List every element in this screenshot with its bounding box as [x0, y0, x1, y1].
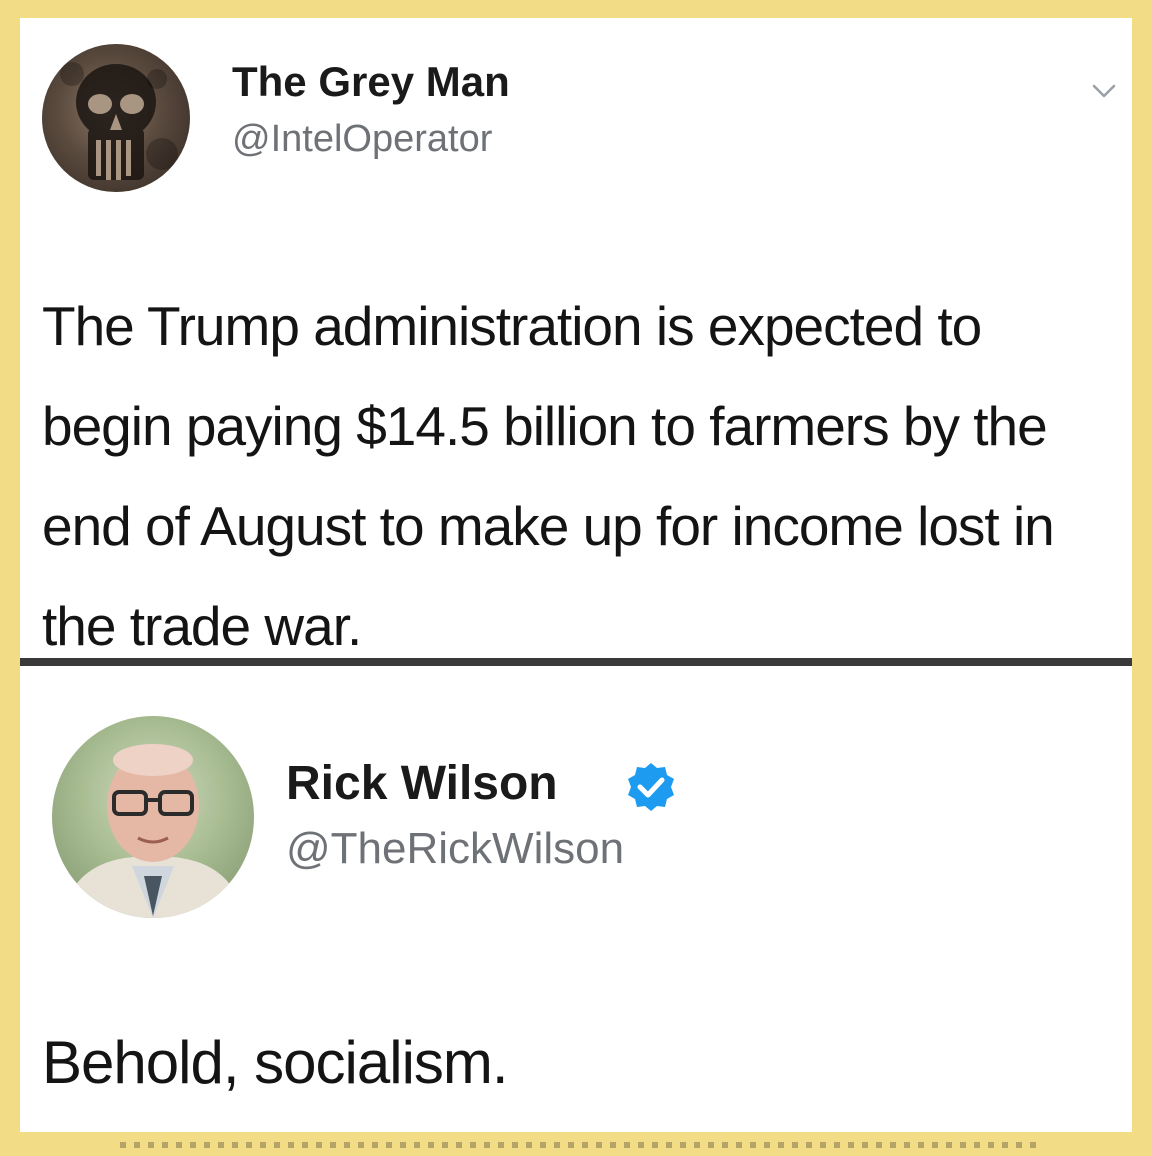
display-name[interactable]: Rick Wilson [286, 756, 558, 811]
tweet-text: Behold, socialism. [42, 1029, 509, 1096]
skull-avatar-icon [60, 62, 178, 180]
verified-badge-icon [624, 760, 678, 814]
tweet-rick-wilson[interactable]: Rick Wilson @TheRickWilson Behold, socia… [20, 666, 1132, 1132]
image-edge-artifact [120, 1142, 1040, 1148]
screenshot-frame: The Grey Man @IntelOperator The Trump ad… [0, 0, 1152, 1156]
avatar[interactable] [52, 716, 254, 918]
avatar[interactable] [42, 44, 190, 192]
divider [20, 658, 1132, 666]
user-handle[interactable]: @TheRickWilson [286, 824, 624, 874]
tweet-text: The Trump administration is expected to … [42, 295, 1055, 657]
chevron-down-icon[interactable] [1090, 76, 1118, 104]
person-avatar-icon [62, 744, 244, 918]
tweet-screenshot-card: The Grey Man @IntelOperator The Trump ad… [20, 18, 1132, 1132]
display-name[interactable]: The Grey Man [232, 58, 510, 106]
user-handle[interactable]: @IntelOperator [232, 118, 492, 161]
tweet-grey-man[interactable]: The Grey Man @IntelOperator The Trump ad… [20, 18, 1132, 660]
